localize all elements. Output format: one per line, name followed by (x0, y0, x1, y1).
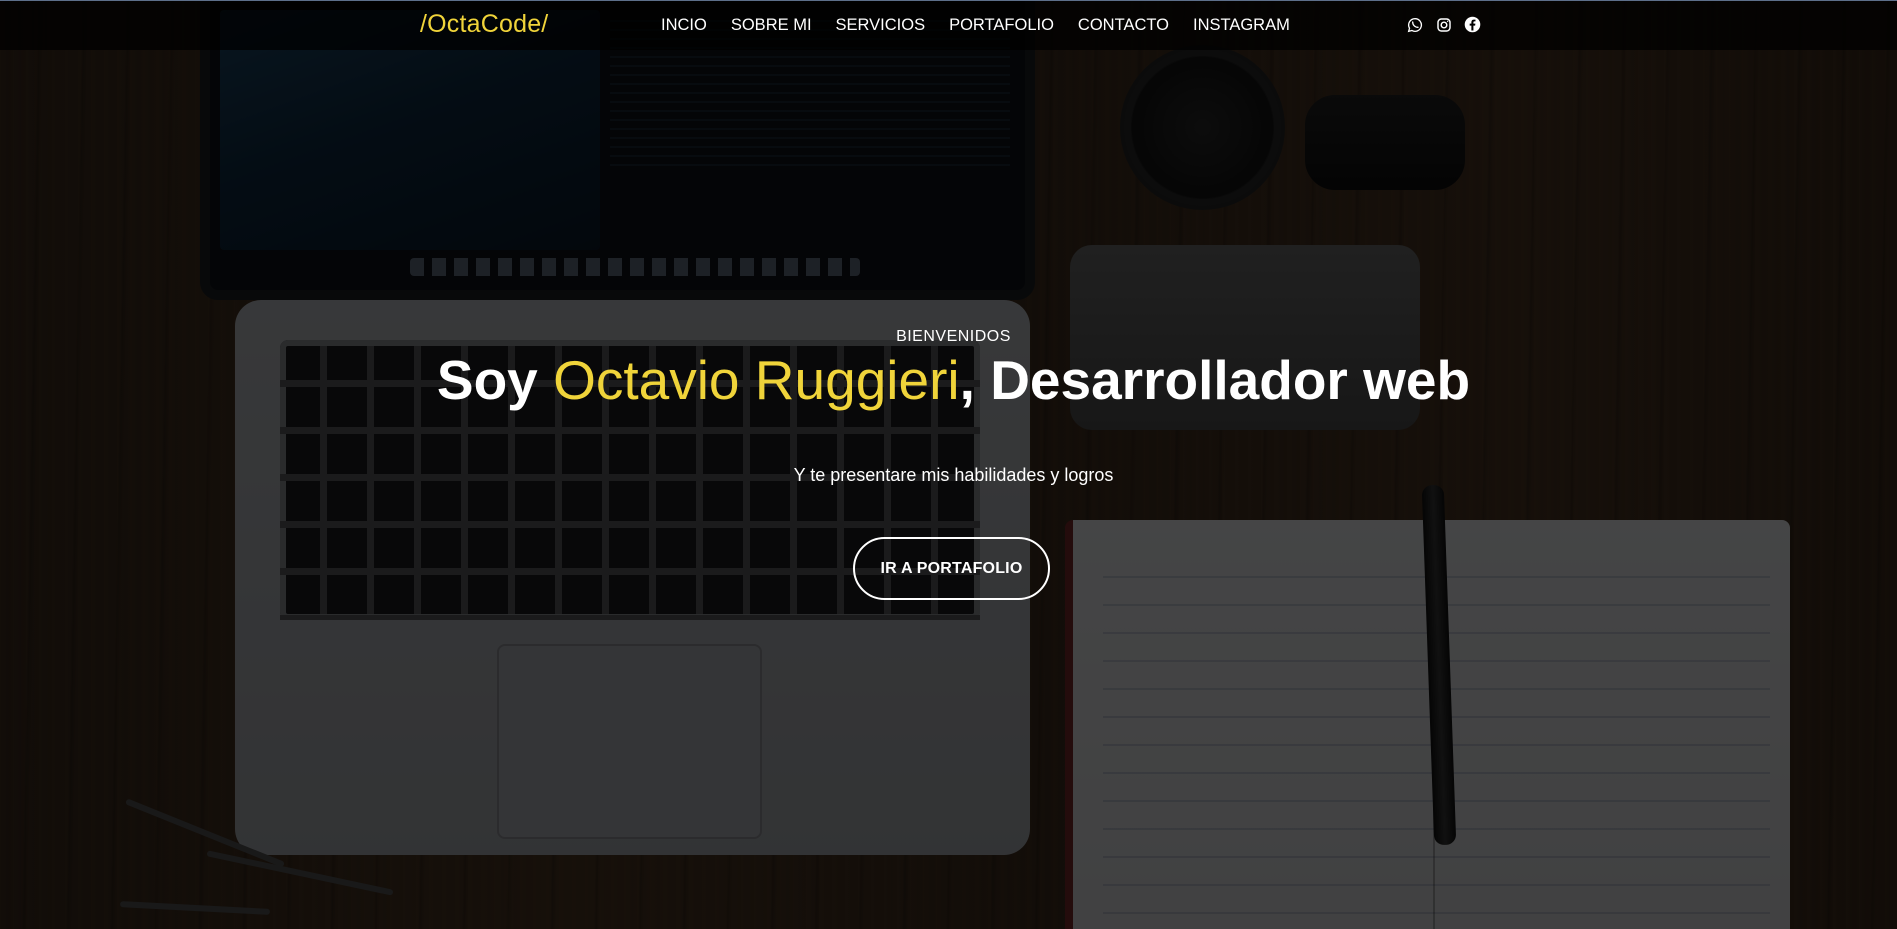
go-to-portfolio-button[interactable]: IR A PORTAFOLIO (853, 537, 1050, 600)
headline-name: Octavio Ruggieri (553, 349, 960, 411)
hero-section: BIENVENIDOS Soy Octavio Ruggieri, Desarr… (0, 0, 1897, 929)
hero-subtitle: Y te presentare mis habilidades y logros (793, 465, 1114, 485)
hero-kicker: BIENVENIDOS (896, 328, 1011, 345)
headline-suffix: , Desarrollador web (959, 349, 1471, 411)
headline-prefix: Soy (436, 349, 554, 411)
hero-headline: Soy Octavio Ruggieri, Desarrollador web (0, 348, 1897, 412)
